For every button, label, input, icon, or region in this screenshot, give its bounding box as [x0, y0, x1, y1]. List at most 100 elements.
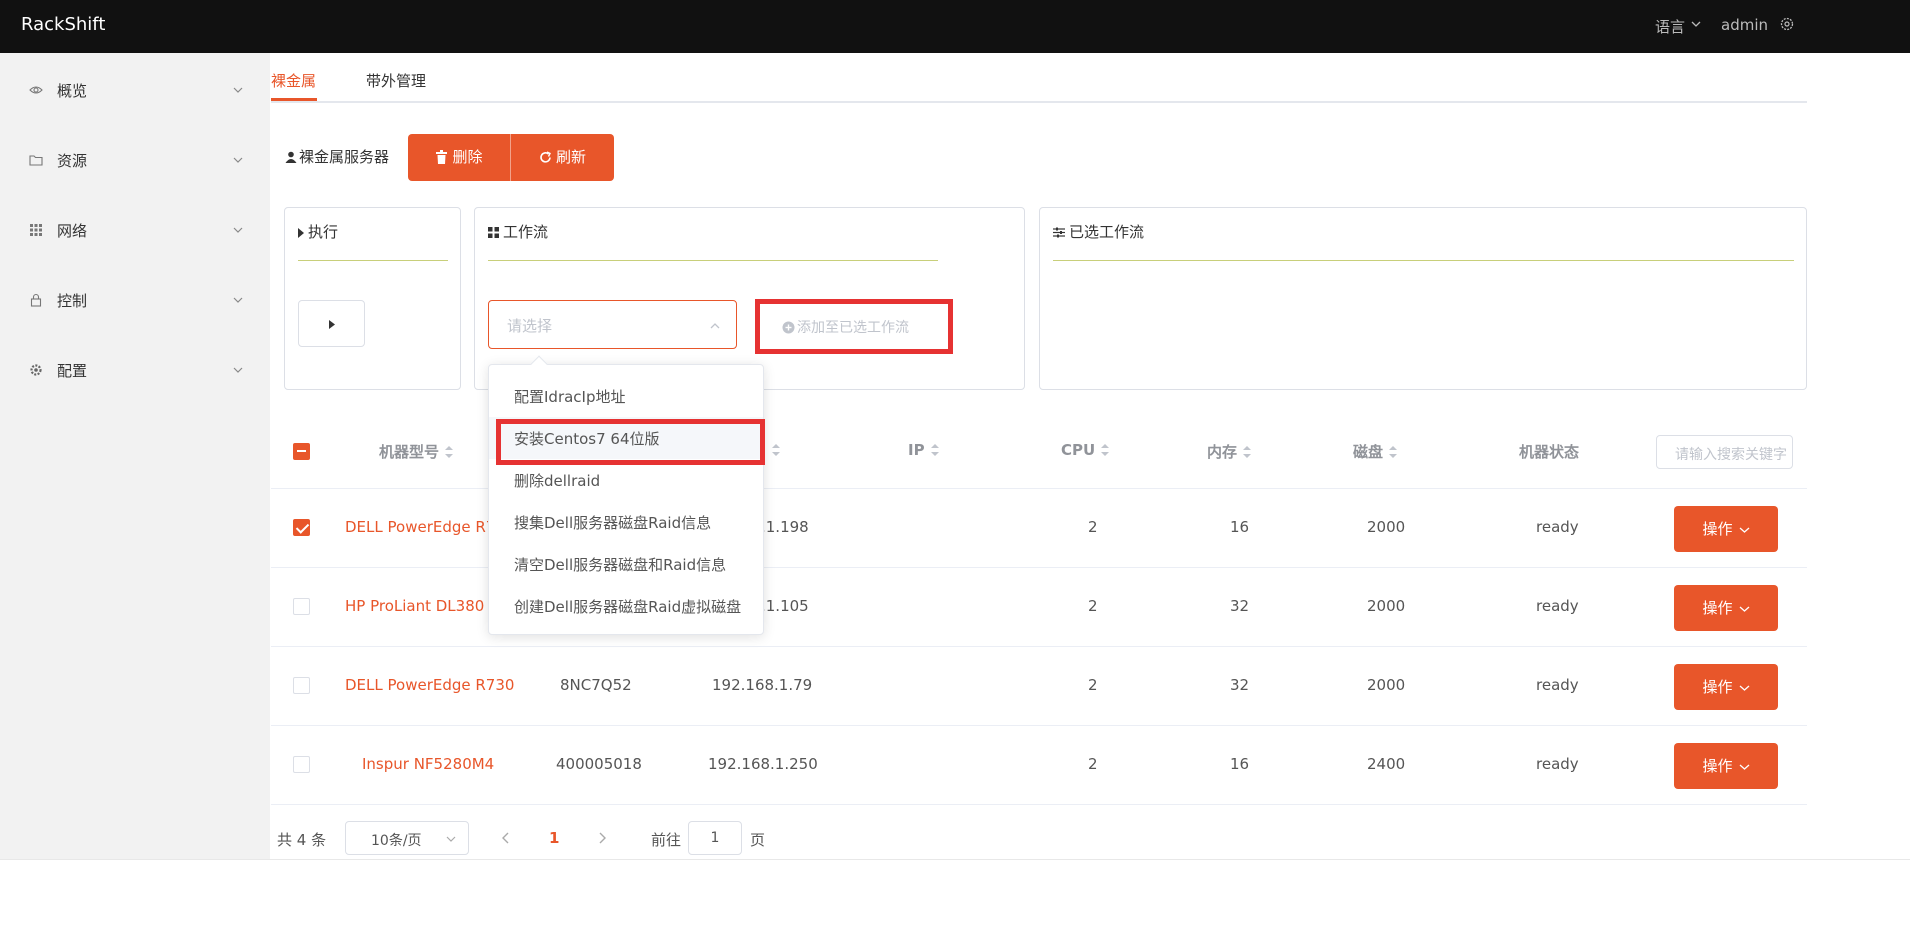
chevron-down-icon	[1739, 764, 1749, 770]
serial-cell: 400005018	[556, 755, 642, 773]
ip-cell: 192.168.1.250	[708, 755, 818, 773]
column-header-disk[interactable]: 磁盘	[1353, 441, 1398, 462]
model-link[interactable]: Inspur NF5280M4	[362, 755, 494, 773]
refresh-button[interactable]: 刷新	[511, 134, 614, 181]
chevron-down-icon	[1739, 527, 1749, 533]
sidebar-item-network[interactable]: 网络	[0, 210, 270, 250]
sort-icon	[772, 444, 780, 456]
page-number-current[interactable]: 1	[549, 829, 559, 847]
select-placeholder: 请选择	[507, 317, 553, 335]
goto-page-input[interactable]: 1	[688, 821, 742, 855]
memory-cell: 32	[1230, 676, 1250, 694]
cpu-cell: 2	[1088, 597, 1098, 615]
brand-logo[interactable]: RackShift	[21, 14, 105, 35]
page-title-text: 裸金属服务器	[299, 148, 390, 166]
column-header-cpu[interactable]: CPU	[1061, 441, 1110, 459]
page-size-select[interactable]: 10条/页	[345, 821, 469, 855]
page-suffix-label: 页	[750, 831, 766, 849]
sidebar-item-overview[interactable]: 概览	[0, 70, 270, 110]
tab-bare-metal[interactable]: 裸金属	[271, 70, 316, 91]
column-header-ip[interactable]: IP	[908, 441, 939, 459]
chevron-right-icon[interactable]	[596, 831, 608, 845]
caret-right-icon	[298, 228, 304, 238]
panel-title: 已选工作流	[1053, 221, 1144, 242]
dropdown-option[interactable]: 配置IdracIp地址	[489, 375, 763, 417]
eye-icon	[29, 86, 43, 94]
sidebar: 概览 资源 网络 控制 配置	[0, 53, 270, 859]
sidebar-item-label: 概览	[57, 82, 88, 100]
sidebar-item-resources[interactable]: 资源	[0, 140, 270, 180]
sidebar-item-control[interactable]: 控制	[0, 280, 270, 320]
row-checkbox[interactable]	[293, 677, 310, 694]
operation-dropdown-button[interactable]: 操作	[1674, 585, 1778, 631]
sort-icon	[1243, 446, 1252, 458]
model-link[interactable]: DELL PowerEdge R730	[345, 676, 514, 694]
memory-cell: 16	[1230, 755, 1250, 773]
trash-icon	[436, 150, 448, 164]
disk-cell: 2400	[1367, 755, 1406, 773]
cpu-cell: 2	[1088, 518, 1098, 536]
operation-dropdown-button[interactable]: 操作	[1674, 506, 1778, 552]
operation-dropdown-button[interactable]: 操作	[1674, 664, 1778, 710]
status-cell: ready	[1536, 518, 1579, 536]
status-cell: ready	[1536, 755, 1579, 773]
column-header-memory[interactable]: 内存	[1207, 441, 1252, 462]
dropdown-option[interactable]: 清空Dell服务器磁盘和Raid信息	[489, 543, 763, 585]
workflow-select[interactable]: 请选择	[488, 300, 737, 349]
disk-cell: 2000	[1367, 676, 1406, 694]
selected-workflow-panel: 已选工作流	[1039, 207, 1807, 390]
row-checkbox[interactable]	[293, 756, 310, 773]
dropdown-option[interactable]: 删除dellraid	[489, 459, 763, 501]
sidebar-item-label: 配置	[57, 362, 88, 380]
cpu-cell: 2	[1088, 676, 1098, 694]
delete-button[interactable]: 删除	[408, 134, 510, 181]
gear-icon	[30, 364, 42, 376]
model-link[interactable]: HP ProLiant DL380 G	[345, 597, 501, 615]
column-header-model[interactable]: 机器型号	[379, 441, 454, 462]
workflow-dropdown-menu: 配置IdracIp地址 安装Centos7 64位版 删除dellraid 搜集…	[488, 355, 764, 635]
chevron-down-icon	[233, 157, 243, 163]
model-link[interactable]: DELL PowerEdge R7	[345, 518, 495, 536]
memory-cell: 32	[1230, 597, 1250, 615]
disk-cell: 2000	[1367, 597, 1406, 615]
execute-panel: 执行	[284, 207, 461, 390]
sidebar-item-label: 控制	[57, 292, 88, 310]
user-icon	[285, 151, 297, 163]
search-input[interactable]: 请输入搜索关键字	[1656, 435, 1793, 469]
dropdown-option[interactable]: 创建Dell服务器磁盘Raid虚拟磁盘	[489, 585, 763, 627]
ip-cell: .1.105	[761, 597, 809, 615]
language-menu[interactable]: 语言	[1655, 16, 1685, 37]
row-checkbox[interactable]	[293, 519, 310, 536]
chevron-left-icon[interactable]	[500, 831, 512, 845]
column-header-status: 机器状态	[1519, 443, 1580, 461]
sort-icon	[930, 444, 939, 456]
row-checkbox[interactable]	[293, 598, 310, 615]
panel-divider	[1053, 260, 1794, 261]
serial-cell: 8NC7Q52	[560, 676, 632, 694]
sort-icon	[1389, 446, 1398, 458]
tab-out-of-band[interactable]: 带外管理	[366, 70, 426, 91]
sidebar-item-label: 网络	[57, 222, 88, 240]
dropdown-option[interactable]: 搜集Dell服务器磁盘Raid信息	[489, 501, 763, 543]
highlight-annotation-box	[496, 419, 765, 465]
folder-icon	[29, 155, 43, 166]
operation-dropdown-button[interactable]: 操作	[1674, 743, 1778, 789]
column-header-serial-sort[interactable]	[772, 441, 780, 459]
select-all-checkbox[interactable]	[293, 443, 310, 460]
chevron-up-icon	[710, 323, 720, 329]
ip-cell: .1.198	[761, 518, 809, 536]
chevron-down-icon	[1739, 606, 1749, 612]
sidebar-item-config[interactable]: 配置	[0, 350, 270, 390]
cpu-cell: 2	[1088, 755, 1098, 773]
gear-icon[interactable]	[1779, 16, 1795, 32]
page-title: 裸金属服务器	[285, 146, 389, 167]
user-menu[interactable]: admin	[1721, 16, 1768, 34]
execute-button[interactable]	[298, 300, 365, 347]
ip-cell: 192.168.1.79	[712, 676, 813, 694]
footer-divider	[0, 859, 1910, 860]
panel-title: 执行	[298, 221, 338, 242]
add-to-selected-workflow-button[interactable]: 添加至已选工作流	[755, 299, 953, 354]
disk-cell: 2000	[1367, 518, 1406, 536]
chevron-down-icon[interactable]	[1690, 18, 1702, 30]
panel-divider	[488, 260, 938, 261]
